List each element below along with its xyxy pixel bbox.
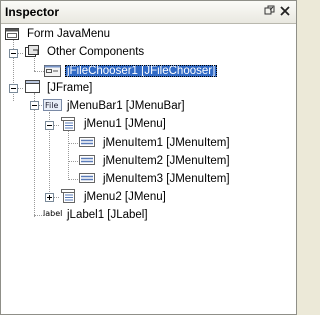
close-icon[interactable] bbox=[279, 5, 291, 17]
tree-node-jmenu1[interactable]: jMenu1 [JMenu] bbox=[82, 115, 168, 133]
tree-node-label: jMenu2 [JMenu] bbox=[84, 191, 166, 203]
tree-node-jlabel1[interactable]: jLabel1 [JLabel] bbox=[65, 206, 150, 224]
component-tree[interactable]: Form JavaMenu Other Components jFileChoo bbox=[1, 24, 296, 314]
tree-node-label: Other Components bbox=[47, 46, 145, 58]
tree-node-form[interactable]: Form JavaMenu bbox=[25, 25, 112, 43]
tree-node-label: [JFrame] bbox=[47, 82, 93, 94]
tree-node-jframe[interactable]: [JFrame] bbox=[45, 79, 94, 97]
label-icon: label bbox=[43, 209, 63, 218]
tree-node-label: jLabel1 [JLabel] bbox=[67, 209, 148, 221]
collapse-toggle-jframe[interactable] bbox=[9, 84, 18, 93]
tree-node-label: jMenuItem2 [JMenuItem] bbox=[103, 155, 230, 167]
tree-node-jmenu2[interactable]: jMenu2 [JMenu] bbox=[82, 188, 168, 206]
tree-node-jfilechooser1[interactable]: jFileChooser1 [JFileChooser] bbox=[65, 62, 218, 80]
tree-node-jmenuitem1[interactable]: jMenuItem1 [JMenuItem] bbox=[101, 134, 232, 152]
tree-node-jmenubar1[interactable]: jMenuBar1 [JMenuBar] bbox=[65, 97, 187, 115]
collapse-toggle-other-components[interactable] bbox=[9, 49, 18, 58]
file-chooser-icon bbox=[44, 63, 62, 79]
tree-node-label: jMenuItem3 [JMenuItem] bbox=[103, 173, 230, 185]
tree-node-label: jMenu1 [JMenu] bbox=[84, 118, 166, 130]
tree-node-label: Form JavaMenu bbox=[27, 28, 111, 40]
svg-text:File: File bbox=[45, 101, 58, 110]
tree-node-jmenuitem3[interactable]: jMenuItem3 [JMenuItem] bbox=[101, 170, 232, 188]
expand-toggle-jmenu2[interactable] bbox=[45, 193, 54, 202]
inspector-panel: Inspector Form JavaMenu Other Components… bbox=[0, 0, 297, 315]
window-title: Inspector bbox=[5, 5, 60, 19]
tree-node-label: jMenuBar1 [JMenuBar] bbox=[67, 100, 185, 112]
restore-icon[interactable] bbox=[264, 5, 276, 17]
tree-node-other-components[interactable]: Other Components bbox=[45, 43, 146, 61]
menuitem-icon bbox=[79, 170, 97, 186]
menubar-icon: File bbox=[43, 97, 62, 113]
menu-icon bbox=[60, 188, 78, 204]
menu-icon bbox=[60, 116, 78, 132]
collapse-toggle-jmenubar1[interactable] bbox=[30, 101, 39, 110]
inspector-titlebar: Inspector bbox=[1, 1, 296, 24]
components-icon bbox=[24, 44, 42, 60]
collapse-toggle-jmenu1[interactable] bbox=[45, 121, 54, 130]
menuitem-icon bbox=[79, 152, 97, 168]
form-icon bbox=[5, 27, 23, 43]
menuitem-icon bbox=[79, 134, 97, 150]
tree-node-label: jMenuItem1 [JMenuItem] bbox=[103, 137, 230, 149]
tree-node-jmenuitem2[interactable]: jMenuItem2 [JMenuItem] bbox=[101, 152, 232, 170]
frame-icon bbox=[24, 79, 42, 95]
tree-node-label: jFileChooser1 [JFileChooser] bbox=[65, 65, 218, 77]
